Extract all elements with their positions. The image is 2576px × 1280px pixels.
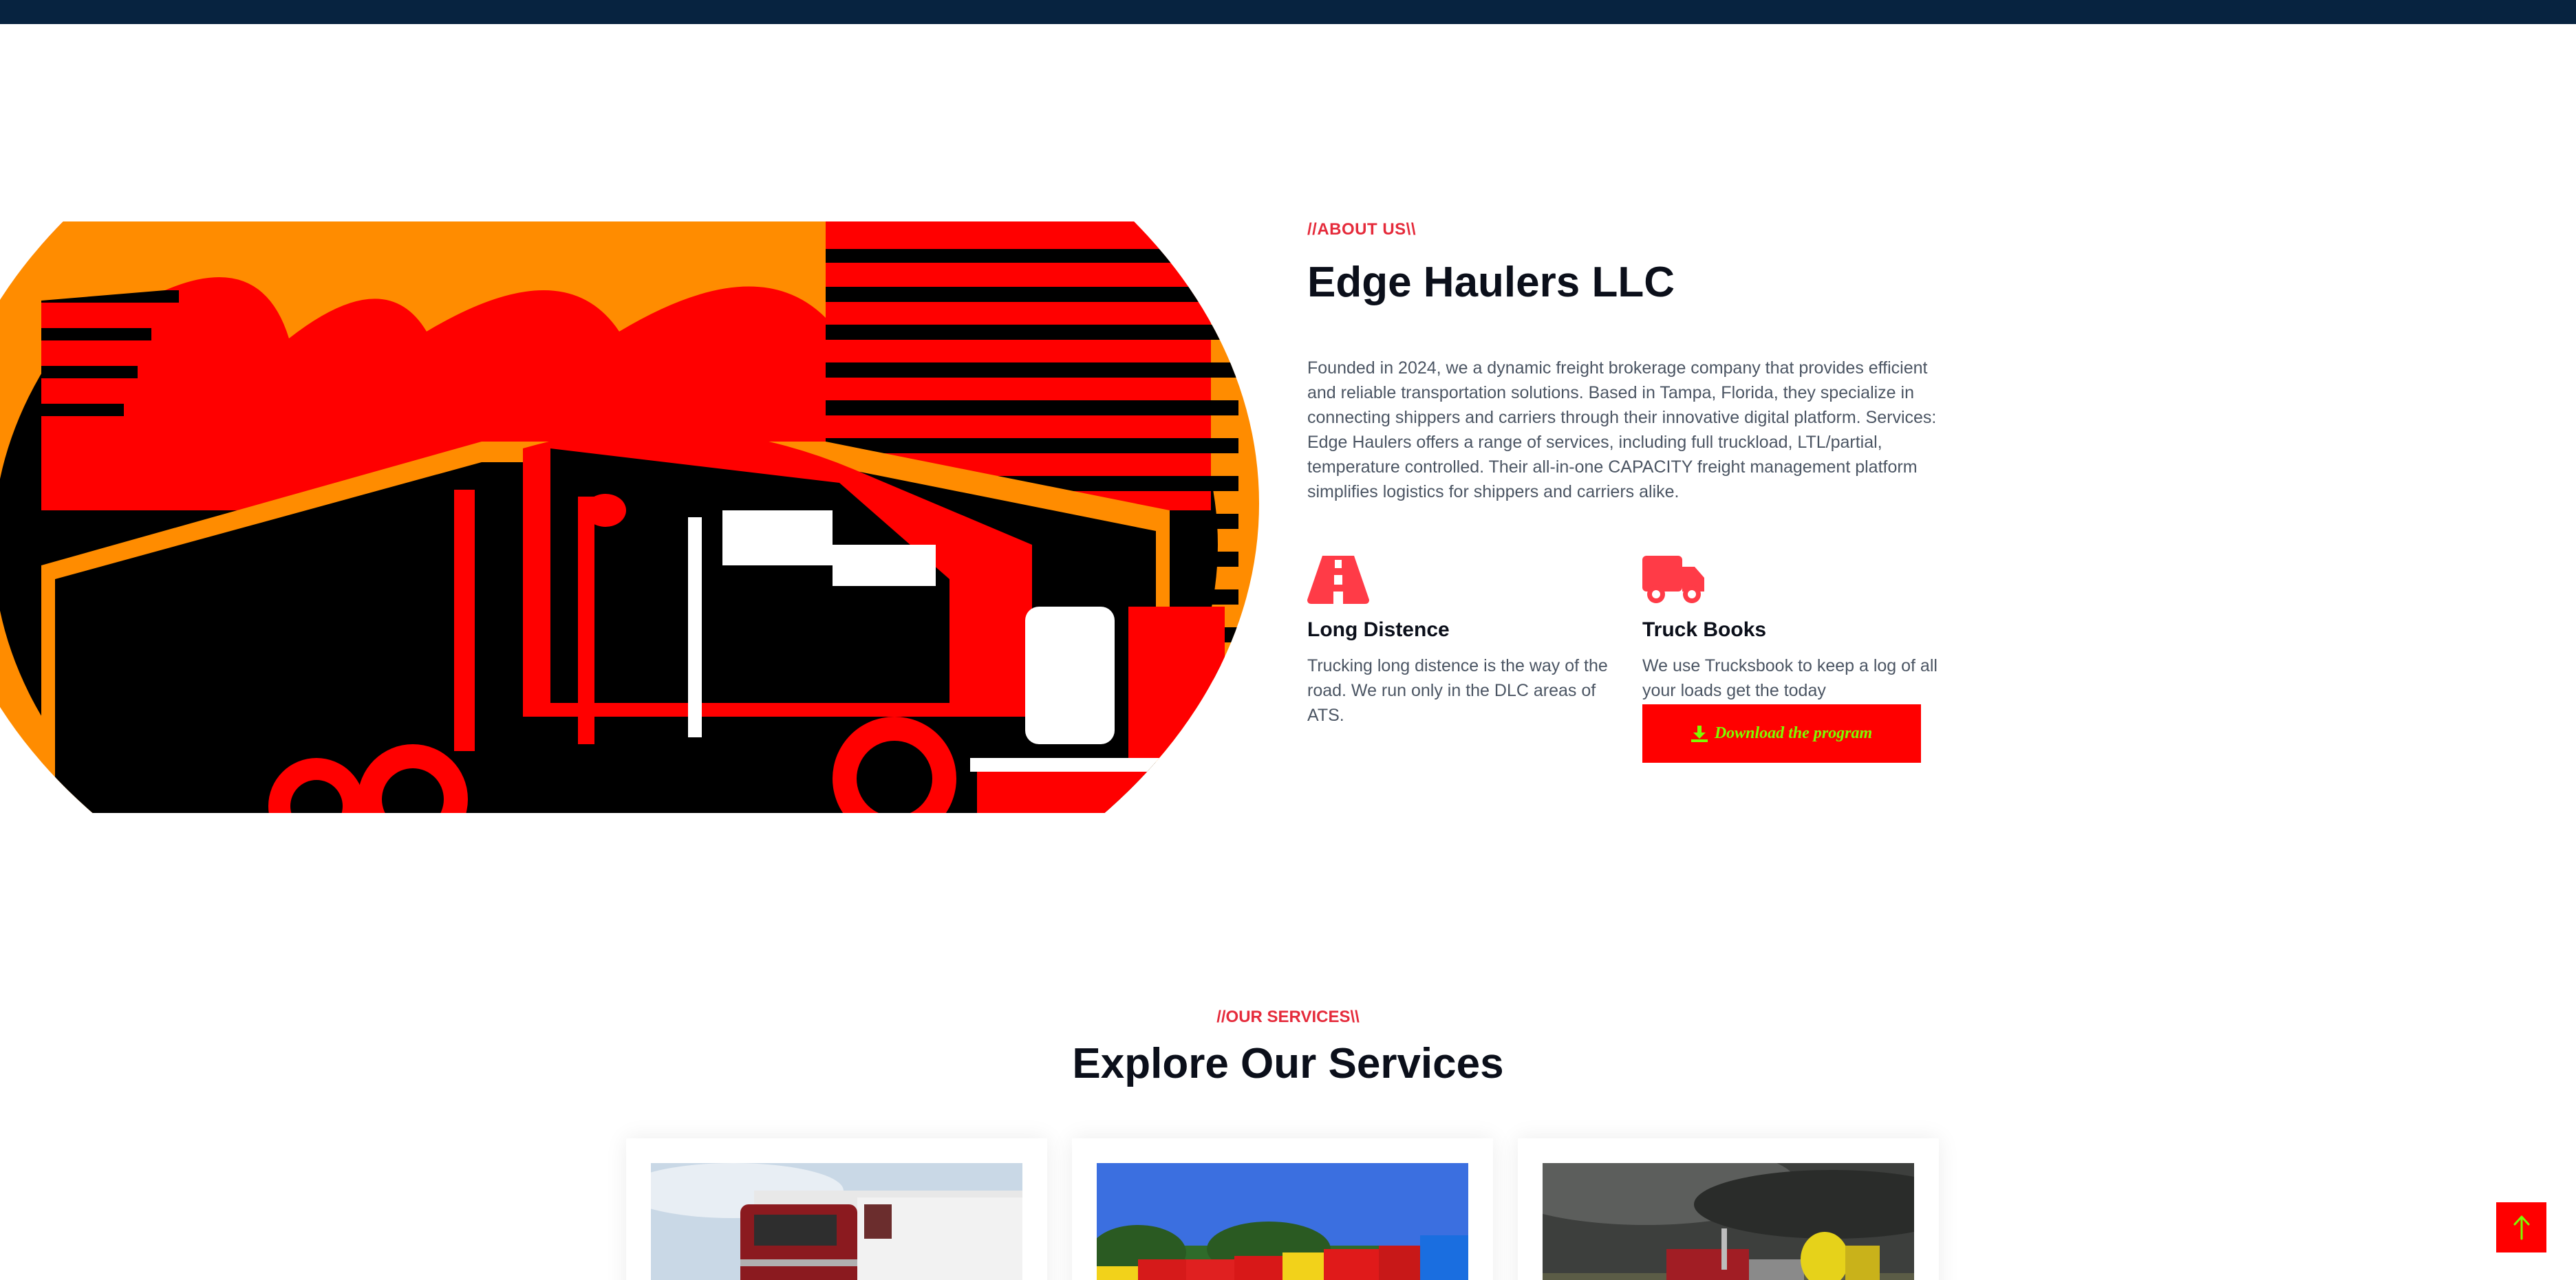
about-logo-image	[0, 221, 1259, 813]
truck-icon	[1642, 556, 1704, 603]
services-eyebrow: //OUR SERVICES\\	[1216, 1008, 1360, 1026]
feature-title: Long Distence	[1307, 618, 1450, 641]
download-button-label: Download the program	[1714, 724, 1873, 742]
feature-text: We use Trucksbook to keep a log of all y…	[1642, 656, 1938, 700]
about-section: //ABOUT US\\ Edge Haulers LLC Founded in…	[1307, 220, 1961, 763]
about-description: Founded in 2024, we a dynamic freight br…	[1307, 358, 1937, 501]
about-eyebrow: //ABOUT US\\	[1307, 220, 1417, 239]
feature-title: Truck Books	[1642, 618, 1767, 641]
scroll-to-top-button[interactable]	[2496, 1202, 2546, 1252]
service-card[interactable]	[626, 1138, 1047, 1280]
service-photo-red-truck	[651, 1163, 1022, 1280]
service-photo-storm-truck	[1543, 1163, 1914, 1280]
download-icon	[1690, 725, 1708, 742]
service-photo-truck-fleet	[1097, 1163, 1468, 1280]
feature-long-distance: Long Distence Trucking long distence is …	[1307, 556, 1610, 728]
service-card[interactable]	[1518, 1138, 1939, 1280]
feature-truck-books: Truck Books We use Trucksbook to keep a …	[1642, 556, 1945, 703]
top-nav-bar	[0, 0, 2576, 24]
download-program-button[interactable]: Download the program	[1642, 704, 1921, 763]
about-title: Edge Haulers LLC	[1307, 259, 1675, 306]
feature-text: Trucking long distence is the way of the…	[1307, 656, 1608, 725]
road-icon	[1307, 556, 1369, 604]
services-title: Explore Our Services	[1072, 1040, 1504, 1087]
services-section-header: //OUR SERVICES\\ Explore Our Services	[0, 1008, 2576, 1088]
service-card[interactable]	[1072, 1138, 1493, 1280]
arrow-up-icon	[2513, 1215, 2529, 1239]
